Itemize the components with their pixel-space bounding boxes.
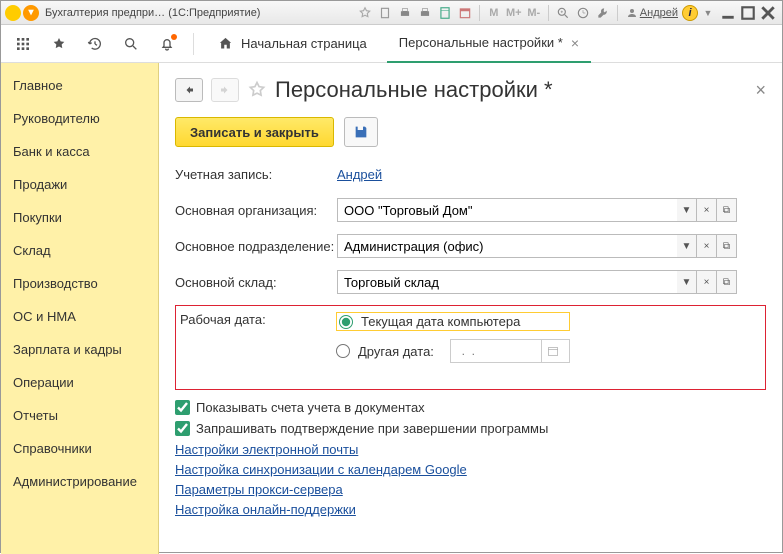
workdate-panel: Рабочая дата: Текущая дата компьютера Др… xyxy=(175,305,766,390)
save-button[interactable] xyxy=(344,117,378,147)
confirm-exit-checkbox[interactable] xyxy=(175,421,190,436)
account-link[interactable]: Андрей xyxy=(337,167,382,182)
workdate-other-label: Другая дата: xyxy=(358,344,434,359)
tb-clock-icon[interactable] xyxy=(574,5,592,21)
show-accounts-checkbox[interactable] xyxy=(175,400,190,415)
workdate-current-label: Текущая дата компьютера xyxy=(361,314,520,329)
tb-favorite-icon[interactable] xyxy=(356,5,374,21)
show-accounts-label: Показывать счета учета в документах xyxy=(196,400,425,415)
online-support-link[interactable]: Настройка онлайн-поддержки xyxy=(175,502,356,517)
nav-purchases[interactable]: Покупки xyxy=(1,201,158,234)
org-input[interactable] xyxy=(337,198,677,222)
tab-personal-settings-label: Персональные настройки * xyxy=(399,35,563,50)
dept-combo: ▼ × ⧉ xyxy=(337,234,737,258)
wh-clear-button[interactable]: × xyxy=(697,270,717,294)
dept-dropdown-button[interactable]: ▼ xyxy=(677,234,697,258)
tb-tool-icon[interactable] xyxy=(594,5,612,21)
org-combo: ▼ × ⧉ xyxy=(337,198,737,222)
account-label: Учетная запись: xyxy=(175,167,337,182)
tb-mminus-icon[interactable]: M- xyxy=(525,5,543,21)
tb-info-drop-icon[interactable]: ▼ xyxy=(699,5,717,21)
nav-reports[interactable]: Отчеты xyxy=(1,399,158,432)
google-sync-link[interactable]: Настройка синхронизации с календарем Goo… xyxy=(175,462,467,477)
tab-personal-settings[interactable]: Персональные настройки * × xyxy=(387,25,591,63)
nav-assets[interactable]: ОС и НМА xyxy=(1,300,158,333)
apps-icon[interactable] xyxy=(9,30,37,58)
workdate-other-radio[interactable] xyxy=(336,344,350,358)
tab-home[interactable]: Начальная страница xyxy=(206,25,379,63)
user-icon xyxy=(626,7,638,19)
org-label: Основная организация: xyxy=(175,203,337,218)
workdate-label: Рабочая дата: xyxy=(180,312,336,327)
sidebar: Главное Руководителю Банк и касса Продаж… xyxy=(1,63,159,554)
window-maximize-button[interactable] xyxy=(738,5,758,21)
nav-admin[interactable]: Администрирование xyxy=(1,465,158,498)
tb-calendar-icon[interactable] xyxy=(456,5,474,21)
favorite-toggle-icon[interactable] xyxy=(247,80,267,100)
org-open-button[interactable]: ⧉ xyxy=(717,198,737,222)
tb-user-name: Андрей xyxy=(640,7,678,19)
tb-zoom-icon[interactable] xyxy=(554,5,572,21)
workdate-date-field xyxy=(450,339,570,363)
bell-icon[interactable] xyxy=(153,30,181,58)
wh-label: Основной склад: xyxy=(175,275,337,290)
dept-clear-button[interactable]: × xyxy=(697,234,717,258)
history-icon[interactable] xyxy=(81,30,109,58)
nav-sales[interactable]: Продажи xyxy=(1,168,158,201)
star-icon[interactable] xyxy=(45,30,73,58)
tb-clipboard-icon[interactable] xyxy=(376,5,394,21)
dept-open-button[interactable]: ⧉ xyxy=(717,234,737,258)
app-icon xyxy=(5,5,21,21)
home-icon xyxy=(218,36,233,51)
window-close-button[interactable] xyxy=(758,5,778,21)
nav-production[interactable]: Производство xyxy=(1,267,158,300)
nav-operations[interactable]: Операции xyxy=(1,366,158,399)
tb-print2-icon[interactable] xyxy=(416,5,434,21)
page-close-button[interactable]: × xyxy=(755,80,766,101)
save-close-button[interactable]: Записать и закрыть xyxy=(175,117,334,147)
nav-manager[interactable]: Руководителю xyxy=(1,102,158,135)
tb-calc-icon[interactable] xyxy=(436,5,454,21)
dept-label: Основное подразделение: xyxy=(175,239,337,254)
wh-dropdown-button[interactable]: ▼ xyxy=(677,270,697,294)
dept-input[interactable] xyxy=(337,234,677,258)
tab-close-icon[interactable]: × xyxy=(571,35,579,51)
workdate-date-input[interactable] xyxy=(451,340,541,362)
window-minimize-button[interactable] xyxy=(718,5,738,21)
org-dropdown-button[interactable]: ▼ xyxy=(677,198,697,222)
email-settings-link[interactable]: Настройки электронной почты xyxy=(175,442,358,457)
tb-mplus-icon[interactable]: M+ xyxy=(505,5,523,21)
dropdown-icon[interactable]: ▾ xyxy=(23,5,39,21)
search-icon[interactable] xyxy=(117,30,145,58)
tb-print-icon[interactable] xyxy=(396,5,414,21)
confirm-exit-label: Запрашивать подтверждение при завершении… xyxy=(196,421,548,436)
wh-combo: ▼ × ⧉ xyxy=(337,270,737,294)
wh-open-button[interactable]: ⧉ xyxy=(717,270,737,294)
content-area: Персональные настройки * × Записать и за… xyxy=(159,63,782,554)
tb-user-link[interactable]: Андрей xyxy=(626,7,678,19)
workdate-current-radio[interactable] xyxy=(339,315,353,329)
org-clear-button[interactable]: × xyxy=(697,198,717,222)
wh-input[interactable] xyxy=(337,270,677,294)
nav-bank[interactable]: Банк и касса xyxy=(1,135,158,168)
window-titlebar: ▾ Бухгалтерия предпри… (1С:Предприятие) … xyxy=(1,1,782,25)
nav-reference[interactable]: Справочники xyxy=(1,432,158,465)
tb-m-icon[interactable]: M xyxy=(485,5,503,21)
proxy-settings-link[interactable]: Параметры прокси-сервера xyxy=(175,482,343,497)
tb-info-icon[interactable]: i xyxy=(682,5,698,21)
tab-home-label: Начальная страница xyxy=(241,36,367,51)
main-toolbar: Начальная страница Персональные настройк… xyxy=(1,25,782,63)
window-title: Бухгалтерия предпри… (1С:Предприятие) xyxy=(45,7,260,19)
back-button[interactable] xyxy=(175,78,203,102)
forward-button[interactable] xyxy=(211,78,239,102)
nav-main[interactable]: Главное xyxy=(1,69,158,102)
nav-warehouse[interactable]: Склад xyxy=(1,234,158,267)
nav-payroll[interactable]: Зарплата и кадры xyxy=(1,333,158,366)
page-title: Персональные настройки * xyxy=(275,77,553,103)
calendar-icon[interactable] xyxy=(541,340,565,362)
